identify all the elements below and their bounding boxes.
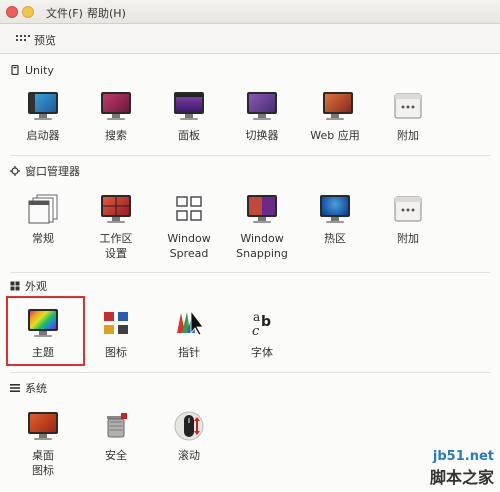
item-search[interactable]: 搜索 [78, 90, 154, 143]
item-cursor[interactable]: 指针 [151, 307, 227, 360]
watermark-name: 脚本之家 [429, 468, 494, 487]
section-divider [10, 155, 490, 156]
minimize-window-button[interactable] [22, 6, 34, 18]
preview-button[interactable]: 预览 [34, 32, 56, 48]
section-header-unity: Unity [10, 64, 54, 78]
switcher-icon [246, 90, 278, 122]
item-web-apps[interactable]: Web 应用 [297, 90, 373, 143]
search-dash-icon [100, 90, 132, 122]
cursor-icon [173, 307, 205, 339]
item-unity-additional[interactable]: 附加 [370, 90, 446, 143]
crosshair-icon [10, 166, 20, 176]
item-label: 热区 [324, 232, 346, 245]
item-label: Web 应用 [310, 129, 360, 142]
item-workspace-settings[interactable]: 工作区 设置 [78, 193, 154, 261]
item-label: 切换器 [245, 129, 279, 142]
general-windows-icon [27, 193, 59, 225]
window-snapping-icon [246, 193, 278, 225]
svg-text:a: a [253, 310, 260, 324]
additional-icon [392, 90, 424, 122]
item-label: 面板 [178, 129, 200, 142]
section-divider [10, 272, 490, 273]
item-label: 滚动 [178, 449, 200, 462]
workspace-icon [100, 193, 132, 225]
item-label: 附加 [397, 232, 419, 245]
desktop-icons-icon [27, 410, 59, 442]
section-title: 外观 [25, 280, 47, 293]
menu-help[interactable]: 帮助(H) [87, 5, 126, 21]
item-label: 指针 [178, 346, 200, 359]
watermark-site: jb51.net [432, 449, 494, 464]
section-title: 窗口管理器 [25, 165, 80, 178]
item-label: 附加 [397, 129, 419, 142]
item-label: 启动器 [26, 129, 60, 142]
mouse-scroll-icon [173, 410, 205, 442]
item-scrolling[interactable]: 滚动 [151, 410, 227, 463]
additional-icon [392, 193, 424, 225]
item-window-spread[interactable]: Window Spread [151, 193, 227, 261]
item-label: 图标 [105, 346, 127, 359]
theme-icon [27, 307, 59, 339]
fonts-icon: abc [246, 307, 278, 339]
item-launcher[interactable]: 启动器 [5, 90, 81, 143]
list-icon [10, 383, 20, 393]
item-label: 桌面 图标 [32, 449, 54, 477]
item-hot-corners[interactable]: 热区 [297, 193, 373, 246]
item-fonts[interactable]: abc 字体 [224, 307, 300, 360]
hot-corners-icon [319, 193, 351, 225]
item-icons[interactable]: 图标 [78, 307, 154, 360]
panel-icon [173, 90, 205, 122]
watermark: jb51.net 脚本之家 [430, 449, 494, 488]
svg-text:c: c [252, 324, 260, 339]
title-bar: 文件(F) 帮助(H) [0, 0, 500, 24]
section-divider [10, 372, 490, 373]
item-wm-additional[interactable]: 附加 [370, 193, 446, 246]
item-theme[interactable]: 主题 [5, 307, 81, 360]
item-label: 主题 [32, 346, 54, 359]
item-label: 常规 [32, 232, 54, 245]
svg-text:b: b [261, 314, 271, 330]
item-label: 搜索 [105, 129, 127, 142]
security-icon [100, 410, 132, 442]
icons-theme-icon [100, 307, 132, 339]
grid-icon [10, 281, 20, 291]
web-apps-icon [319, 90, 353, 122]
toolbar: 预览 [0, 24, 500, 54]
item-label: 安全 [105, 449, 127, 462]
section-title: 系统 [25, 382, 47, 395]
item-switcher[interactable]: 切换器 [224, 90, 300, 143]
section-header-system: 系统 [10, 382, 47, 396]
item-label: Window Spread [167, 232, 211, 260]
item-label: 字体 [251, 346, 273, 359]
item-label: 工作区 设置 [99, 232, 133, 260]
item-desktop-icons[interactable]: 桌面 图标 [5, 410, 81, 478]
grid-icon [16, 35, 30, 43]
window-spread-icon [173, 193, 205, 225]
item-general[interactable]: 常规 [5, 193, 81, 246]
item-label: Window Snapping [236, 232, 288, 260]
item-panel[interactable]: 面板 [151, 90, 227, 143]
section-header-window-manager: 窗口管理器 [10, 165, 80, 179]
item-window-snapping[interactable]: Window Snapping [224, 193, 300, 261]
section-header-appearance: 外观 [10, 280, 47, 294]
unity-icon [10, 64, 20, 76]
menu-file[interactable]: 文件(F) [46, 5, 83, 21]
launcher-icon [27, 90, 59, 122]
item-security[interactable]: 安全 [78, 410, 154, 463]
close-window-button[interactable] [6, 6, 18, 18]
section-title: Unity [25, 64, 54, 77]
